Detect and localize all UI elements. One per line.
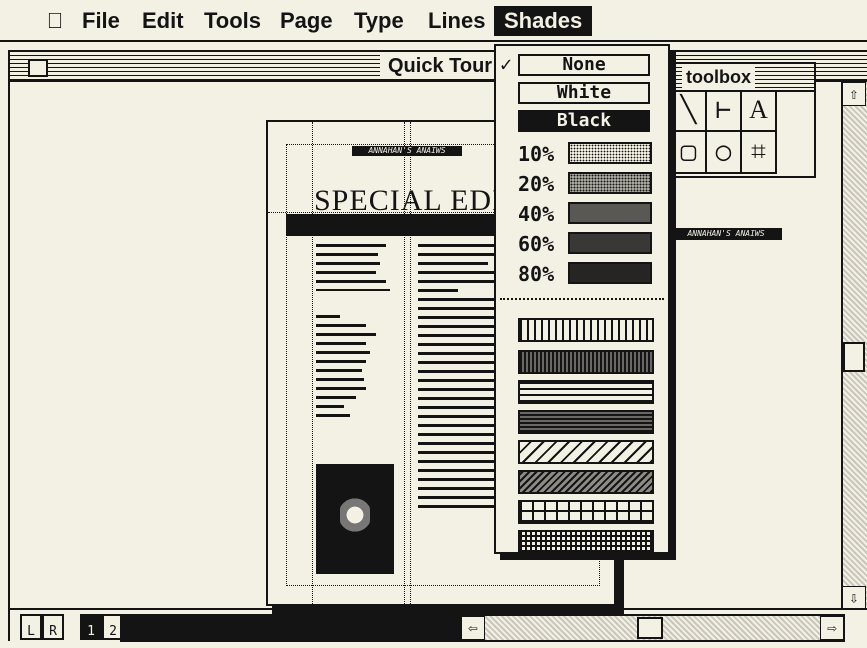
menu-page[interactable]: Page [280, 6, 333, 36]
toolbox-title: toolbox [682, 66, 755, 88]
shade-10-label[interactable]: 10% [518, 142, 566, 166]
apple-menu-icon[interactable]:  [40, 6, 70, 36]
menu-lines[interactable]: Lines [428, 6, 485, 36]
oval-tool-icon[interactable]: ○ [707, 132, 742, 174]
crop-tool-icon[interactable]: ⌗ [742, 132, 777, 174]
line-tool-icon[interactable]: ╲ [672, 90, 707, 132]
menu-edit[interactable]: Edit [142, 6, 184, 36]
photo-image [316, 464, 394, 574]
rounded-box-tool-icon[interactable]: ▢ [672, 132, 707, 174]
scroll-down-arrow-icon[interactable]: ⇩ [842, 586, 866, 610]
headline: SPECIAL EDIT [314, 184, 523, 217]
perpendicular-line-tool-icon[interactable]: ⊢ [707, 90, 742, 132]
left-column-text [316, 244, 396, 423]
menu-shades[interactable]: Shades [494, 6, 593, 36]
menubar:  File Edit Tools Page Type Lines Shades [0, 0, 867, 42]
shade-none[interactable]: None [518, 54, 650, 76]
shade-80-label[interactable]: 80% [518, 262, 566, 286]
toolbox-palette: toolbox ╲ ⊢ A ▢ ○ ⌗ [670, 62, 816, 178]
menu-type[interactable]: Type [354, 6, 404, 36]
menu-file[interactable]: File [82, 6, 120, 36]
pattern-dense-horizontal[interactable] [518, 410, 654, 434]
pattern-diagonal-lines[interactable] [518, 440, 654, 464]
side-strip: ANNAHAN'S ANAIWS [670, 228, 782, 240]
horizontal-scrollbar[interactable]: ⇦ ⇨ [460, 614, 845, 642]
pattern-dense-diagonal[interactable] [518, 470, 654, 494]
masthead: ANNAHAN'S ANAIWS [352, 146, 462, 156]
scroll-up-arrow-icon[interactable]: ⇧ [842, 82, 866, 106]
shade-40-label[interactable]: 40% [518, 202, 566, 226]
menu-tools[interactable]: Tools [204, 6, 261, 36]
scroll-left-arrow-icon[interactable]: ⇦ [461, 616, 485, 640]
right-master-page-icon[interactable]: R [42, 614, 64, 640]
page-1-icon[interactable]: 1 [80, 614, 102, 640]
checkmark-icon: ✓ [500, 52, 513, 76]
horizontal-scroll-thumb[interactable] [637, 617, 663, 639]
shade-80-swatch[interactable] [568, 262, 652, 284]
shade-20-swatch[interactable] [568, 172, 652, 194]
shade-white[interactable]: White [518, 82, 650, 104]
pages-area-fill [120, 614, 460, 642]
close-box[interactable] [28, 59, 48, 77]
shade-60-swatch[interactable] [568, 232, 652, 254]
shade-20-label[interactable]: 20% [518, 172, 566, 196]
shades-menu: ✓ None White Black 10% 20% 40% 60% 80% [494, 44, 670, 554]
pattern-vertical-lines[interactable] [518, 318, 654, 342]
pattern-grid[interactable] [518, 500, 654, 524]
shade-40-swatch[interactable] [568, 202, 652, 224]
pattern-fine-grid[interactable] [518, 530, 654, 554]
window-title: Quick Tour [380, 54, 501, 78]
shade-black[interactable]: Black [518, 110, 650, 132]
column-guide [312, 122, 313, 604]
menu-separator [500, 298, 664, 300]
pattern-horizontal-lines[interactable] [518, 380, 654, 404]
shade-60-label[interactable]: 60% [518, 232, 566, 256]
scroll-right-arrow-icon[interactable]: ⇨ [820, 616, 844, 640]
toolbox-title-bar[interactable]: toolbox [672, 64, 814, 92]
left-master-page-icon[interactable]: L [20, 614, 42, 640]
shade-10-swatch[interactable] [568, 142, 652, 164]
vertical-scrollbar[interactable]: ⇧ ⇩ [841, 82, 867, 610]
vertical-scroll-thumb[interactable] [843, 342, 865, 372]
text-tool-icon[interactable]: A [742, 90, 777, 132]
pattern-dense-vertical[interactable] [518, 350, 654, 374]
